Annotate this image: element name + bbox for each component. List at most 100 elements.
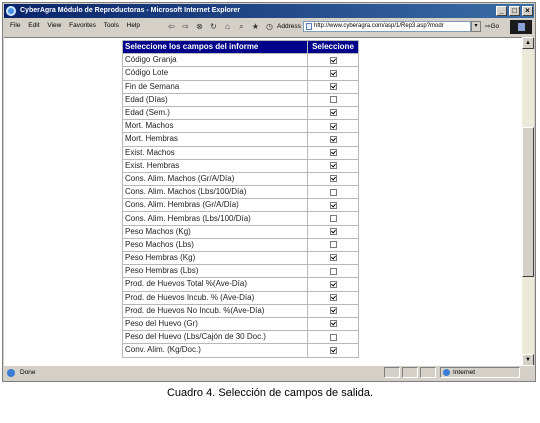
address-dropdown[interactable]: ▾ bbox=[471, 21, 481, 32]
field-checkbox[interactable] bbox=[329, 96, 337, 104]
select-cell bbox=[307, 224, 359, 239]
search-icon[interactable]: ⌕ bbox=[237, 22, 246, 31]
field-label: Peso del Huevo (Gr) bbox=[122, 316, 308, 332]
table-row: Conv. Alim. (Kg/Doc.) bbox=[122, 343, 359, 358]
select-cell bbox=[307, 290, 359, 305]
menu-help[interactable]: Help bbox=[127, 19, 140, 33]
select-cell bbox=[307, 105, 359, 121]
home-icon[interactable]: ⌂ bbox=[223, 22, 232, 31]
scroll-thumb[interactable] bbox=[522, 127, 534, 277]
field-checkbox[interactable] bbox=[329, 56, 337, 64]
field-checkbox[interactable] bbox=[329, 307, 337, 315]
browser-window: CyberAgra Módulo de Reproductoras - Micr… bbox=[2, 2, 536, 382]
select-cell bbox=[307, 303, 359, 318]
title-bar: CyberAgra Módulo de Reproductoras - Micr… bbox=[4, 4, 534, 18]
field-label: Cons. Alim. Hembras (Gr/A/Día) bbox=[122, 198, 308, 213]
field-checkbox[interactable] bbox=[329, 69, 337, 77]
field-label: Código Granja bbox=[122, 53, 308, 68]
table-row: Mort. Hembras bbox=[122, 132, 359, 147]
page-icon bbox=[306, 23, 312, 30]
menu-file[interactable]: File bbox=[10, 19, 20, 33]
vertical-scrollbar[interactable]: ▲ ▼ bbox=[522, 37, 534, 366]
field-checkbox[interactable] bbox=[329, 175, 337, 183]
field-label: Peso Hembras (Kg) bbox=[122, 250, 308, 266]
menu-edit[interactable]: Edit bbox=[28, 19, 39, 33]
table-row: Código Lote bbox=[122, 66, 359, 81]
status-bar: Done Internet bbox=[4, 365, 534, 380]
fields-table: Seleccione los campos del informe Selecc… bbox=[122, 39, 359, 358]
table-row: Peso Hembras (Kg) bbox=[122, 250, 359, 266]
ie-throbber bbox=[510, 20, 532, 34]
field-checkbox[interactable] bbox=[329, 294, 337, 302]
field-label: Peso Machos (Kg) bbox=[122, 224, 308, 239]
status-text: Done bbox=[20, 369, 36, 376]
field-checkbox[interactable] bbox=[329, 254, 337, 262]
select-cell bbox=[307, 66, 359, 81]
page-content: Seleccione los campos del informe Selecc… bbox=[4, 37, 523, 366]
toolbar: ⇦ ⇨ ⊗ ↻ ⌂ ⌕ ★ ◷ Address http://www.cyber… bbox=[153, 19, 534, 35]
select-cell bbox=[307, 79, 359, 94]
stop-icon[interactable]: ⊗ bbox=[195, 22, 204, 31]
figure-caption: Cuadro 4. Selección de campos de salida. bbox=[166, 387, 374, 399]
field-checkbox[interactable] bbox=[329, 320, 337, 328]
field-checkbox[interactable] bbox=[329, 267, 337, 275]
refresh-icon[interactable]: ↻ bbox=[209, 22, 218, 31]
menu-favorites[interactable]: Favorites bbox=[69, 19, 96, 33]
status-segment bbox=[384, 367, 400, 378]
back-icon[interactable]: ⇦ bbox=[167, 22, 176, 31]
field-label: Mort. Hembras bbox=[122, 132, 308, 147]
table-row: Fin de Semana bbox=[122, 79, 359, 94]
table-row: Prod. de Huevos No Incub. %(Ave-Día) bbox=[122, 303, 359, 318]
field-checkbox[interactable] bbox=[329, 346, 337, 354]
go-button[interactable]: ⇨Go bbox=[485, 21, 499, 33]
field-label: Código Lote bbox=[122, 66, 308, 81]
field-label: Exist. Machos bbox=[122, 145, 308, 160]
select-cell bbox=[307, 330, 359, 345]
field-checkbox[interactable] bbox=[329, 333, 337, 341]
forward-icon[interactable]: ⇨ bbox=[181, 22, 190, 31]
field-label: Prod. de Huevos No Incub. %(Ave-Día) bbox=[122, 303, 308, 318]
field-checkbox[interactable] bbox=[329, 201, 337, 209]
table-row: Edad (Días) bbox=[122, 92, 359, 107]
table-row: Edad (Sem.) bbox=[122, 105, 359, 121]
table-row: Peso Machos (Kg) bbox=[122, 224, 359, 239]
maximize-button[interactable]: □ bbox=[509, 6, 520, 16]
table-row: Mort. Machos bbox=[122, 119, 359, 134]
table-row: Peso del Huevo (Gr) bbox=[122, 316, 359, 332]
scroll-up-button[interactable]: ▲ bbox=[522, 37, 534, 49]
close-button[interactable]: × bbox=[522, 6, 533, 16]
address-input[interactable]: http://www.cyberagra.com/asp/1/Rep3.asp?… bbox=[303, 21, 471, 32]
select-cell bbox=[307, 145, 359, 160]
field-checkbox[interactable] bbox=[329, 135, 337, 143]
field-checkbox[interactable] bbox=[329, 241, 337, 249]
field-checkbox[interactable] bbox=[329, 280, 337, 288]
field-checkbox[interactable] bbox=[329, 109, 337, 117]
menu-tools[interactable]: Tools bbox=[104, 19, 119, 33]
menu-view[interactable]: View bbox=[47, 19, 61, 33]
select-cell bbox=[307, 171, 359, 187]
table-row: Peso Machos (Lbs) bbox=[122, 237, 359, 253]
field-checkbox[interactable] bbox=[329, 228, 337, 236]
field-checkbox[interactable] bbox=[329, 83, 337, 91]
select-cell bbox=[307, 316, 359, 332]
table-row: Prod. de Huevos Total %(Ave-Día) bbox=[122, 277, 359, 292]
ie-icon bbox=[6, 6, 16, 16]
field-checkbox[interactable] bbox=[329, 214, 337, 222]
field-checkbox[interactable] bbox=[329, 188, 337, 196]
favorites-icon[interactable]: ★ bbox=[251, 22, 260, 31]
field-label: Cons. Alim. Machos (Lbs/100/Día) bbox=[122, 185, 308, 200]
address-url: http://www.cyberagra.com/asp/1/Rep3.asp?… bbox=[314, 23, 444, 29]
field-checkbox[interactable] bbox=[329, 122, 337, 130]
field-label: Prod. de Huevos Incub. % (Ave-Día) bbox=[122, 290, 308, 305]
minimize-button[interactable]: _ bbox=[496, 6, 507, 16]
field-checkbox[interactable] bbox=[329, 162, 337, 170]
table-row: Cons. Alim. Hembras (Lbs/100/Día) bbox=[122, 211, 359, 226]
page-done-icon bbox=[7, 369, 15, 377]
address-label: Address bbox=[277, 23, 301, 30]
field-checkbox[interactable] bbox=[329, 148, 337, 156]
history-icon[interactable]: ◷ bbox=[265, 22, 274, 31]
window-title: CyberAgra Módulo de Reproductoras - Micr… bbox=[20, 7, 241, 14]
header-fields: Seleccione los campos del informe bbox=[122, 39, 308, 55]
header-select: Seleccione bbox=[307, 39, 359, 55]
field-label: Peso Machos (Lbs) bbox=[122, 237, 308, 253]
